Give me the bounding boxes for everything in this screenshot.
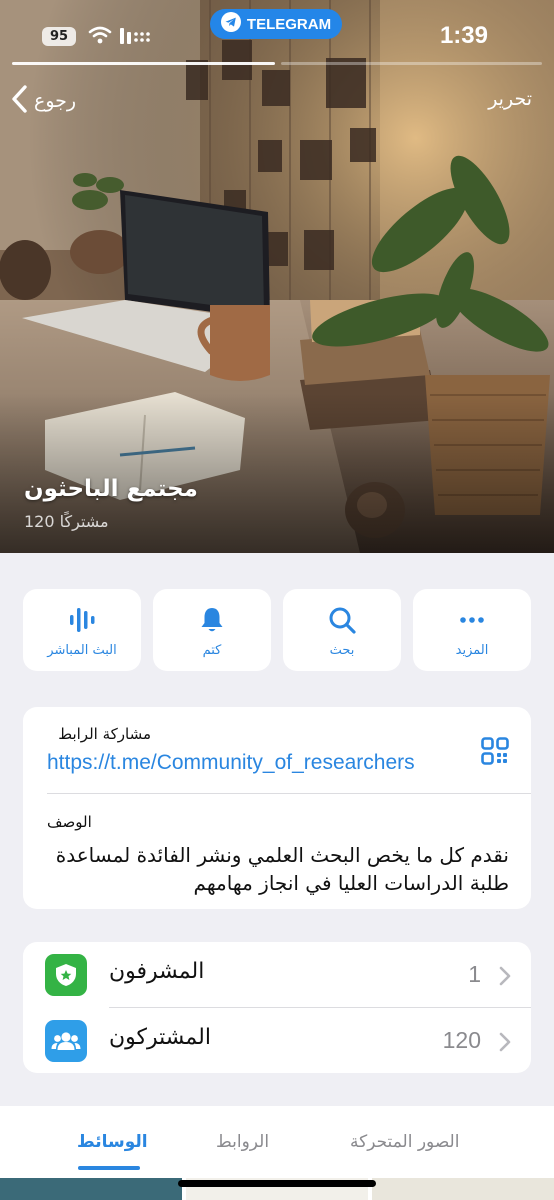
channel-subscriber-count: 120 مشتركًا [24,512,109,531]
status-bar: 95 TELEGRAM 1:39 [0,0,554,70]
channel-actions: البث المباشر كتم بحث المزيد [23,589,531,671]
telegram-pill-label: TELEGRAM [246,15,332,33]
live-stream-label: البث المباشر [47,643,117,658]
subscribers-label: المشتركون [109,1025,211,1050]
subscribers-group-icon [45,1020,87,1062]
chevron-right-icon [499,1032,511,1056]
chevron-right-icon [499,966,511,990]
edit-button[interactable]: تحرير [488,88,532,110]
channel-header-photo[interactable]: 95 TELEGRAM 1:39 رجوع تحرير مجتمع الباحث… [0,0,554,553]
back-label: رجوع [34,90,77,112]
tab-gifs[interactable]: الصور المتحركة [350,1132,459,1152]
share-link-label: مشاركة الرابط [58,725,151,743]
media-thumbnail[interactable] [372,1178,554,1200]
admin-shield-icon [45,954,87,996]
back-button[interactable]: رجوع [10,84,76,118]
cellular-signal-icon [120,26,152,50]
chevron-left-icon [10,84,28,119]
tab-links[interactable]: الروابط [216,1132,269,1152]
telegram-status-pill[interactable]: TELEGRAM [210,9,342,39]
more-button[interactable]: المزيد [413,589,531,671]
live-stream-icon [65,603,99,637]
tab-media[interactable]: الوسائط [77,1132,148,1152]
search-icon [325,603,359,637]
channel-title: مجتمع الباحثون [24,476,198,502]
mute-label: كتم [202,643,222,658]
subscribers-row[interactable]: المشتركون 120 [23,1008,531,1073]
admins-label: المشرفون [109,959,205,984]
share-link[interactable]: https://t.me/Community_of_researchers [47,751,457,775]
search-label: بحث [329,643,355,658]
mute-button[interactable]: كتم [153,589,271,671]
status-time: 1:39 [439,22,488,49]
wifi-icon [88,26,112,48]
more-label: المزيد [455,643,489,658]
subscribers-count: 120 [442,1027,481,1053]
bell-icon [195,603,229,637]
search-button[interactable]: بحث [283,589,401,671]
channel-description: نقدم كل ما يخص البحث العلمي ونشر الفائدة… [55,843,509,895]
live-stream-button[interactable]: البث المباشر [23,589,141,671]
divider [47,793,531,794]
photo-progress-rest [281,62,542,65]
active-tab-indicator [78,1166,140,1170]
photo-progress-active [12,62,275,65]
telegram-plane-icon [220,12,241,36]
qr-code-icon[interactable] [481,737,509,769]
channel-info-card: مشاركة الرابط https://t.me/Community_of_… [23,707,531,909]
home-indicator [178,1180,376,1187]
admins-count: 1 [468,961,481,987]
more-icon [455,603,489,637]
members-card: المشرفون 1 المشتركون 120 [23,942,531,1073]
description-label: الوصف [47,813,92,831]
admins-row[interactable]: المشرفون 1 [23,942,531,1007]
battery-indicator: 95 [42,27,76,46]
media-thumbnail[interactable] [0,1178,182,1200]
